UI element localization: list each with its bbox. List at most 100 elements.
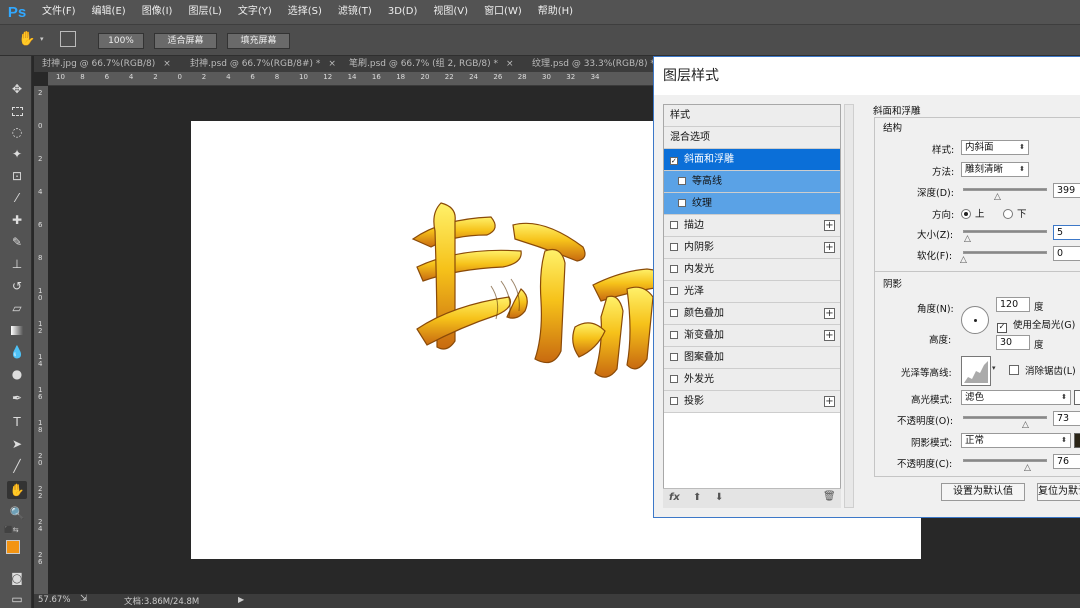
move-up-icon[interactable]: ⬆ [693,492,701,503]
add-instance-icon[interactable]: + [824,220,835,231]
checkbox-icon[interactable] [670,331,678,339]
close-icon[interactable]: × [328,59,336,69]
zoom-readout[interactable]: 57.67% [38,595,70,605]
style-list-scrollbar[interactable] [844,104,854,508]
eyedropper-tool-icon[interactable]: ⁄ [7,189,27,207]
style-list-item[interactable]: 光泽 [664,281,840,303]
highlight-opacity-input[interactable]: 73 [1053,411,1080,426]
checkbox-icon[interactable] [670,375,678,383]
checkbox-icon[interactable] [670,353,678,361]
hand-tool-icon[interactable]: ✋ [18,31,35,47]
altitude-input[interactable]: 30 [996,335,1030,350]
clone-stamp-tool-icon[interactable]: ⊥ [7,255,27,273]
highlight-opacity-slider[interactable]: △ [963,416,1047,430]
status-menu-arrow-icon[interactable]: ▶ [238,595,244,604]
style-list-item[interactable]: 外发光 [664,369,840,391]
style-list-item[interactable]: 描边 + [664,215,840,237]
scroll-all-windows-icon[interactable] [60,31,76,47]
slider-thumb-icon[interactable]: △ [964,234,971,244]
direction-up-radio[interactable]: 上 [961,206,985,220]
export-icon[interactable]: ⇲ [80,594,88,604]
zoom-tool-icon[interactable]: 🔍 [7,504,27,522]
menu-item[interactable]: 窗口(W) [476,0,530,24]
checkbox-icon[interactable] [670,397,678,405]
size-slider[interactable]: △ [963,230,1047,244]
global-light-checkbox[interactable]: ✓ 使用全局光(G) [997,317,1075,333]
bevel-style-select[interactable]: 内斜面 ⬍ [961,140,1029,155]
style-list-item[interactable]: 内阴影 + [664,237,840,259]
add-instance-icon[interactable]: + [824,308,835,319]
technique-select[interactable]: 雕刻清晰 ⬍ [961,162,1029,177]
marquee-tool-icon[interactable] [7,102,27,120]
checkbox-checked-icon[interactable]: ✓ [670,157,678,165]
make-default-button[interactable]: 设置为默认值 [941,483,1025,501]
menu-item[interactable]: 帮助(H) [530,0,581,24]
menu-item[interactable]: 滤镜(T) [330,0,380,24]
document-tab[interactable]: 封神.psd @ 66.7%(RGB/8#) * × [190,56,336,72]
default-colors-icon[interactable]: ⬛⇆ [4,526,19,534]
lasso-tool-icon[interactable]: ◌ [7,123,27,141]
highlight-color-swatch[interactable] [1074,390,1080,405]
pen-tool-icon[interactable]: ✒ [7,389,27,407]
checkbox-icon[interactable] [678,199,686,207]
menu-item[interactable]: 文字(Y) [230,0,280,24]
close-icon[interactable]: × [506,59,514,69]
fill-screen-button[interactable]: 填充屏幕 [227,33,290,49]
type-tool-icon[interactable]: T [7,413,27,431]
reset-default-button[interactable]: 复位为默认值 [1037,483,1080,501]
add-instance-icon[interactable]: + [824,396,835,407]
healing-brush-tool-icon[interactable]: ✚ [7,211,27,229]
document-tab[interactable]: 封神.jpg @ 66.7%(RGB/8) × [42,56,171,72]
path-selection-tool-icon[interactable]: ➤ [7,435,27,453]
style-list-item[interactable]: 渐变叠加 + [664,325,840,347]
actual-pixels-button[interactable]: 100% [98,33,144,49]
hand-tool-icon[interactable]: ✋ [7,481,27,499]
angle-dial[interactable] [961,306,989,334]
menu-item[interactable]: 视图(V) [425,0,476,24]
soften-input[interactable]: 0 [1053,246,1080,261]
history-brush-tool-icon[interactable]: ↺ [7,277,27,295]
style-list-item[interactable]: 纹理 [664,193,840,215]
highlight-mode-select[interactable]: 滤色 ⬍ [961,390,1071,405]
style-list-item[interactable]: 投影 + [664,391,840,413]
document-tab[interactable]: 笔刷.psd @ 66.7% (组 2, RGB/8) * × [349,56,514,72]
move-down-icon[interactable]: ⬇ [715,492,723,503]
eraser-tool-icon[interactable]: ▱ [7,299,27,317]
checkbox-icon[interactable] [670,221,678,229]
menu-item[interactable]: 3D(D) [380,0,426,24]
add-instance-icon[interactable]: + [824,242,835,253]
shadow-opacity-slider[interactable]: △ [963,459,1047,473]
fx-icon[interactable]: fx [669,492,680,503]
slider-thumb-icon[interactable]: △ [960,255,967,265]
style-list-item[interactable]: 图案叠加 [664,347,840,369]
tool-preset-dropdown-icon[interactable]: ▾ [40,35,44,43]
shadow-opacity-input[interactable]: 76 [1053,454,1080,469]
shadow-mode-select[interactable]: 正常 ⬍ [961,433,1071,448]
checkbox-icon[interactable] [670,243,678,251]
style-list-item[interactable]: 等高线 [664,171,840,193]
style-list-item[interactable]: 样式 [664,105,840,127]
contour-dropdown-icon[interactable]: ▾ [992,364,996,372]
line-tool-icon[interactable]: ╱ [7,457,27,475]
style-list-item[interactable]: 颜色叠加 + [664,303,840,325]
antialias-checkbox[interactable]: 消除锯齿(L) [1009,363,1076,377]
checkbox-icon[interactable] [678,177,686,185]
document-tab[interactable]: 纹理.psd @ 33.3%(RGB/8) *× [532,56,654,72]
dodge-tool-icon[interactable]: ● [7,365,27,383]
style-list-item[interactable]: 内发光 [664,259,840,281]
slider-thumb-icon[interactable]: △ [1022,420,1029,430]
close-icon[interactable]: × [163,59,171,69]
style-list-item[interactable]: 混合选项 [664,127,840,149]
slider-thumb-icon[interactable]: △ [1024,463,1031,473]
trash-icon[interactable]: 🗑 [823,491,836,502]
menu-item[interactable]: 选择(S) [280,0,330,24]
menu-item[interactable]: 文件(F) [34,0,84,24]
checkbox-icon[interactable] [670,265,678,273]
brush-tool-icon[interactable]: ✎ [7,233,27,251]
magic-wand-tool-icon[interactable]: ✦ [7,145,27,163]
menu-item[interactable]: 图层(L) [180,0,229,24]
direction-down-radio[interactable]: 下 [1003,206,1027,220]
size-input[interactable]: 5 [1053,225,1080,240]
add-instance-icon[interactable]: + [824,330,835,341]
menu-item[interactable]: 图像(I) [134,0,181,24]
